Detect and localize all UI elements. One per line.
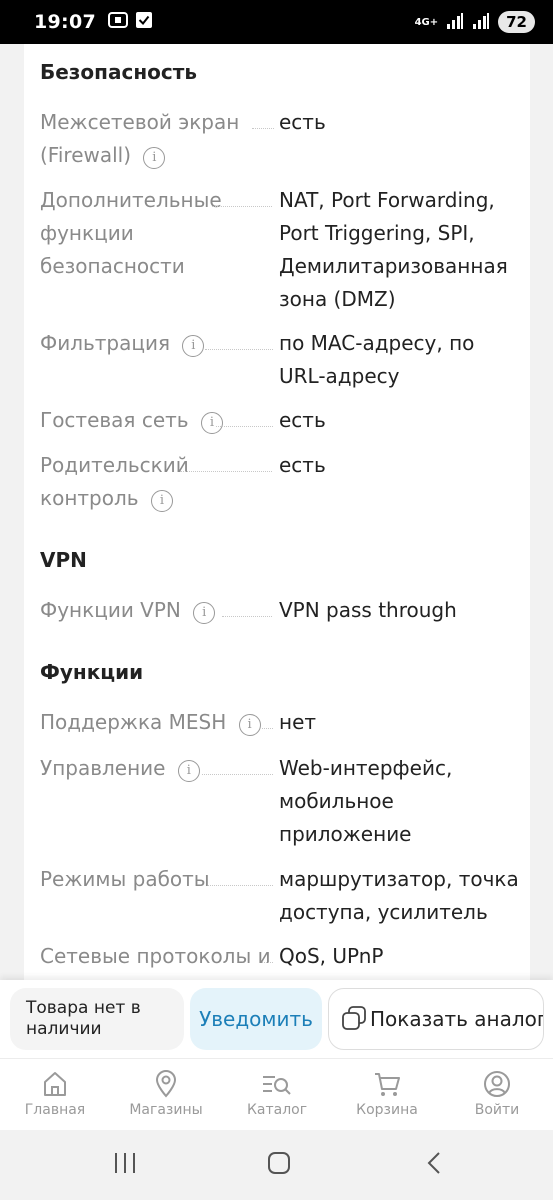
- show-analogs-label: Показать аналоги: [370, 1007, 544, 1031]
- network-type: 4G+: [414, 16, 439, 28]
- info-icon[interactable]: i: [193, 602, 216, 624]
- info-icon[interactable]: i: [143, 147, 166, 169]
- spec-label: Родительский контроль i: [40, 453, 189, 512]
- tab-stores[interactable]: Магазины: [116, 1069, 216, 1118]
- profile-icon: [484, 1071, 510, 1097]
- dotted-leader: [262, 728, 273, 729]
- spec-label: Межсетевой экран (Firewall) i: [40, 110, 240, 169]
- spec-value: есть: [279, 408, 326, 432]
- back-icon: [427, 1152, 440, 1174]
- show-analogs-button[interactable]: Показать аналоги: [328, 988, 544, 1050]
- tab-label: Магазины: [129, 1102, 203, 1118]
- dotted-leader: [180, 471, 272, 472]
- tab-label: Каталог: [246, 1102, 308, 1118]
- home-nav-icon: [268, 1152, 290, 1174]
- dotted-leader: [208, 885, 273, 886]
- spec-label: Гостевая сеть i: [40, 404, 280, 437]
- catalog-search-icon: [263, 1076, 291, 1095]
- info-icon[interactable]: i: [238, 714, 261, 736]
- copy-icon: [341, 1005, 367, 1035]
- spec-label: Поддержка MESH i: [40, 706, 280, 739]
- info-icon[interactable]: i: [182, 335, 205, 357]
- info-icon[interactable]: i: [200, 412, 223, 434]
- specs-card: Безопасность Межсетевой экран (Firewall)…: [24, 44, 530, 984]
- section-title-functions: Функции: [40, 660, 144, 684]
- stock-status-badge: Товара нет в наличии: [10, 988, 184, 1050]
- tab-label: Корзина: [356, 1102, 418, 1118]
- battery-indicator: 72: [498, 11, 535, 33]
- status-time: 19:07: [34, 11, 96, 33]
- signal-icon-2: [472, 12, 490, 32]
- tab-cart[interactable]: Корзина: [337, 1069, 437, 1118]
- section-title-security: Безопасность: [40, 60, 197, 84]
- section-title-vpn: VPN: [40, 548, 87, 572]
- system-nav-bar: [0, 1130, 553, 1200]
- dotted-leader: [216, 426, 273, 427]
- spec-label: Фильтрация i: [40, 327, 280, 360]
- spec-value: VPN pass through: [279, 598, 457, 622]
- home-icon: [44, 1072, 66, 1096]
- tab-home[interactable]: Главная: [5, 1069, 105, 1118]
- spec-value: есть: [279, 110, 326, 134]
- spec-value: NAT, Port Forwarding, Port Triggering, S…: [279, 188, 508, 311]
- bottom-tab-bar: Главная Магазины Каталог Корзина Войти: [0, 1058, 553, 1130]
- spec-label: Управление i: [40, 752, 280, 785]
- cart-icon: [375, 1073, 400, 1096]
- status-bar: 19:07 4G+ 72: [0, 0, 553, 44]
- signal-icon: [446, 12, 464, 32]
- spec-value: есть: [279, 453, 326, 477]
- dotted-leader: [252, 128, 274, 129]
- checkbox-notification-icon: [135, 12, 152, 32]
- info-icon[interactable]: i: [177, 760, 200, 782]
- spec-value: по MAC-адресу, по URL-адресу: [279, 331, 475, 388]
- spec-value: Web-интерфейс, мобильное приложение: [279, 756, 453, 846]
- notify-button[interactable]: Уведомить: [190, 988, 322, 1050]
- recent-apps-icon: [115, 1153, 135, 1173]
- dotted-leader: [222, 616, 272, 617]
- back-nav-button[interactable]: [422, 1150, 448, 1180]
- dotted-leader: [212, 206, 272, 207]
- dotted-leader: [202, 774, 273, 775]
- dotted-leader: [205, 349, 273, 350]
- tab-label: Войти: [474, 1102, 520, 1118]
- dotted-leader: [262, 962, 273, 963]
- spec-value: нет: [279, 710, 317, 734]
- spec-value: маршрутизатор, точка доступа, усилитель: [279, 867, 519, 924]
- info-icon[interactable]: i: [150, 490, 173, 512]
- purchase-action-bar: Товара нет в наличии Уведомить Показать …: [0, 980, 553, 1058]
- tab-catalog[interactable]: Каталог: [227, 1069, 327, 1118]
- tab-label: Главная: [24, 1102, 86, 1118]
- spec-value: QoS, UPnP: [279, 944, 384, 968]
- screenshot-icon: [107, 11, 128, 33]
- home-nav-button[interactable]: [266, 1150, 292, 1180]
- spec-label: Функции VPN i: [40, 594, 280, 627]
- location-pin-icon: [155, 1070, 177, 1098]
- spec-label: Режимы работы: [40, 867, 210, 891]
- spec-label: Дополнительные функции безопасности: [40, 188, 222, 278]
- recent-apps-button[interactable]: [112, 1150, 138, 1180]
- tab-login[interactable]: Войти: [447, 1069, 547, 1118]
- spec-label: Сетевые протоколы и: [40, 944, 271, 968]
